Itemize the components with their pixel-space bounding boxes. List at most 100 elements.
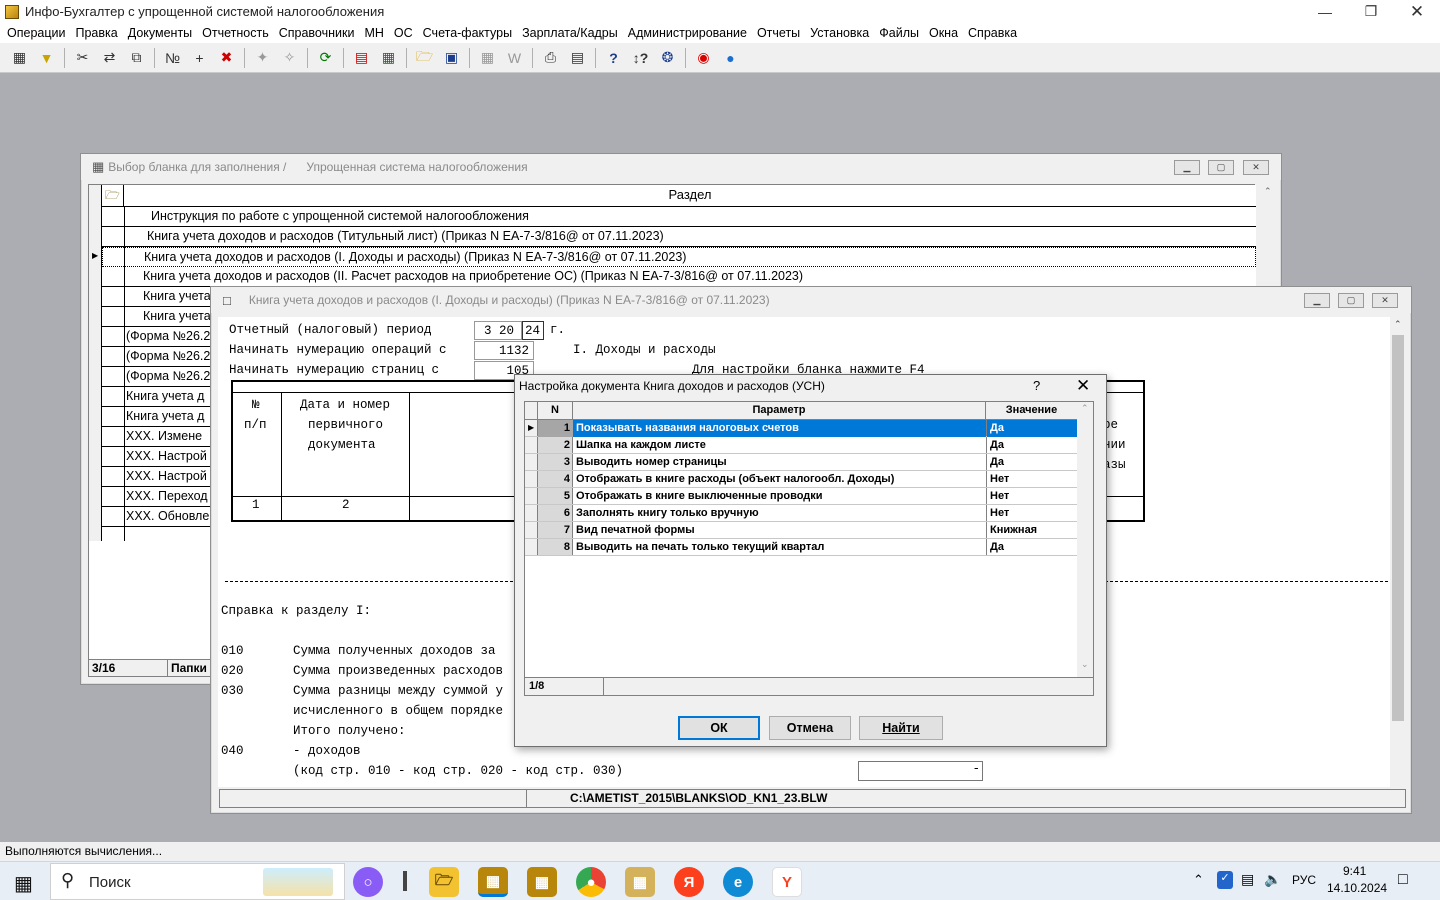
volume-icon[interactable]: 🔈 (1264, 871, 1281, 888)
merge-icon[interactable]: ⇄ (98, 46, 121, 69)
settings-row-selected[interactable]: 1 Показывать названия налоговых счетов Д… (525, 420, 1077, 437)
infobuh-app-icon[interactable]: ▦ (478, 867, 508, 897)
settings-row[interactable]: 7 Вид печатной формы Книжная (525, 522, 1077, 539)
clock-time[interactable]: 9:41 (1343, 864, 1366, 878)
preview-icon[interactable]: ▤ (566, 46, 589, 69)
settings-row[interactable]: 6 Заполнять книгу только вручную Нет (525, 505, 1077, 522)
cut-icon[interactable]: ✂ (71, 46, 94, 69)
add-icon[interactable]: + (188, 46, 211, 69)
income-book-caption: □ Книга учета доходов и расходов (I. Дох… (211, 287, 1411, 313)
wand-multi-icon[interactable]: ✧ (278, 46, 301, 69)
globe-icon[interactable]: ● (719, 46, 742, 69)
scroll-up-icon[interactable]: ⌃ (1081, 403, 1089, 414)
close-icon[interactable]: ✕ (1243, 160, 1269, 175)
lifebuoy-icon[interactable]: ◉ (692, 46, 715, 69)
menu-reports[interactable]: Отчеты (752, 26, 805, 40)
maximize-icon[interactable]: ▢ (1208, 160, 1234, 175)
settings-row[interactable]: 3 Выводить номер страницы Да (525, 454, 1077, 471)
minimize-icon[interactable]: ▁ (1304, 293, 1330, 308)
print-icon[interactable]: ⎙ (539, 46, 562, 69)
folder-icon[interactable]: 🗁 (102, 185, 124, 207)
list-item[interactable]: Книга учета доходов и расходов (Титульны… (102, 227, 1256, 247)
refresh-icon[interactable]: ⟳ (314, 46, 337, 69)
scroll-up-icon[interactable]: ⌃ (1264, 186, 1272, 197)
notifications-icon[interactable]: □ (1398, 871, 1408, 889)
save-icon[interactable]: ▣ (440, 46, 463, 69)
filter-icon[interactable]: ▼ (35, 46, 58, 69)
calculator-app-icon[interactable]: ▦ (625, 867, 655, 897)
close-icon[interactable]: ✕ (1076, 376, 1090, 396)
settings-row[interactable]: 5 Отображать в книге выключенные проводк… (525, 488, 1077, 505)
menu-files[interactable]: Файлы (874, 26, 924, 40)
menu-mn[interactable]: МН (359, 26, 388, 40)
close-icon[interactable]: ✕ (1372, 293, 1398, 308)
list-item[interactable]: Книга учета доходов и расходов (II. Расч… (102, 267, 1256, 287)
scroll-down-icon[interactable]: ⌄ (1081, 659, 1089, 670)
editor-scrollbar[interactable]: ⌃ (1390, 317, 1406, 787)
menu-settings[interactable]: Установка (805, 26, 874, 40)
network-icon[interactable]: ▤ (1241, 871, 1254, 888)
menu-invoices[interactable]: Счета-фактуры (418, 26, 517, 40)
dialog-help-button[interactable]: ? (1033, 378, 1040, 393)
excel-icon[interactable]: ▦ (476, 46, 499, 69)
ops-numbering-field[interactable]: 1132 (474, 341, 534, 360)
menu-operations[interactable]: Операции (2, 26, 70, 40)
list-item[interactable]: Инструкция по работе с упрощенной систем… (102, 207, 1256, 227)
yandex-icon[interactable]: Я (674, 867, 704, 897)
col-num-header: № (252, 398, 260, 412)
tray-app-icon[interactable]: ✓ (1217, 871, 1233, 889)
list-item-selected[interactable]: Книга учета доходов и расходов (I. Доход… (102, 247, 1256, 267)
menu-reporting[interactable]: Отчетность (197, 26, 274, 40)
clock-date[interactable]: 14.10.2024 (1327, 881, 1387, 895)
minimize-icon[interactable]: ▁ (1174, 160, 1200, 175)
settings-scrollbar[interactable]: ⌃ ⌄ (1077, 402, 1093, 677)
menu-edit[interactable]: Правка (70, 26, 122, 40)
menu-windows[interactable]: Окна (924, 26, 963, 40)
period-field[interactable]: 3 20 (474, 321, 522, 340)
tray-chevron-icon[interactable]: ⌃ (1193, 872, 1204, 888)
context-help-icon[interactable]: ↕? (629, 46, 652, 69)
scroll-up-icon[interactable]: ⌃ (1394, 319, 1402, 330)
calculator-icon[interactable]: ▦ (377, 46, 400, 69)
windows-start-icon[interactable]: ▦ (14, 871, 33, 896)
sum-040-field[interactable]: - (858, 761, 983, 781)
restore-icon[interactable]: ❐ (1348, 0, 1394, 23)
cancel-button[interactable]: Отмена (769, 716, 851, 740)
compass-icon[interactable]: ❂ (656, 46, 679, 69)
menu-help[interactable]: Справка (963, 26, 1022, 40)
settings-row[interactable]: 4 Отображать в книге расходы (объект нал… (525, 471, 1077, 488)
close-icon[interactable]: ✕ (1394, 0, 1440, 23)
word-icon[interactable]: W (503, 46, 526, 69)
find-button[interactable]: Найти (859, 716, 943, 740)
ok-button[interactable]: ОК (678, 716, 760, 740)
menu-os[interactable]: ОС (389, 26, 418, 40)
chrome-icon[interactable]: ● (576, 867, 606, 897)
delete-icon[interactable]: ✖ (215, 46, 238, 69)
taskbar-search[interactable]: ⚲ Поиск (50, 863, 345, 900)
minimize-icon[interactable]: — (1302, 0, 1348, 23)
open-folder-icon[interactable]: 🗁 (413, 46, 436, 69)
copy-icon[interactable]: ⧉ (125, 46, 148, 69)
language-indicator[interactable]: РУС (1292, 873, 1316, 887)
menu-references[interactable]: Справочники (274, 26, 360, 40)
assistant-icon[interactable]: ○ (353, 867, 383, 897)
abacus-app-icon[interactable]: ▦ (527, 867, 557, 897)
yandex-browser-icon[interactable]: Y (772, 867, 802, 897)
settings-row[interactable]: 2 Шапка на каждом листе Да (525, 437, 1077, 454)
wand-icon[interactable]: ✦ (251, 46, 274, 69)
menu-admin[interactable]: Администрирование (623, 26, 752, 40)
scroll-thumb[interactable] (1392, 335, 1404, 721)
document-icon[interactable]: ▤ (350, 46, 373, 69)
edge-icon[interactable]: e (723, 867, 753, 897)
menu-payroll[interactable]: Зарплата/Кадры (517, 26, 623, 40)
table-view-icon[interactable]: ▦ (8, 46, 31, 69)
search-input[interactable]: Поиск (89, 874, 131, 891)
numbering-icon[interactable]: № (161, 46, 184, 69)
file-explorer-icon[interactable]: 🗁 (429, 867, 459, 897)
task-view-icon[interactable] (403, 871, 407, 891)
year-field[interactable]: 24 (522, 321, 544, 340)
settings-row[interactable]: 8 Выводить на печать только текущий квар… (525, 539, 1077, 556)
help-icon[interactable]: ? (602, 46, 625, 69)
maximize-icon[interactable]: ▢ (1338, 293, 1364, 308)
menu-documents[interactable]: Документы (123, 26, 197, 40)
